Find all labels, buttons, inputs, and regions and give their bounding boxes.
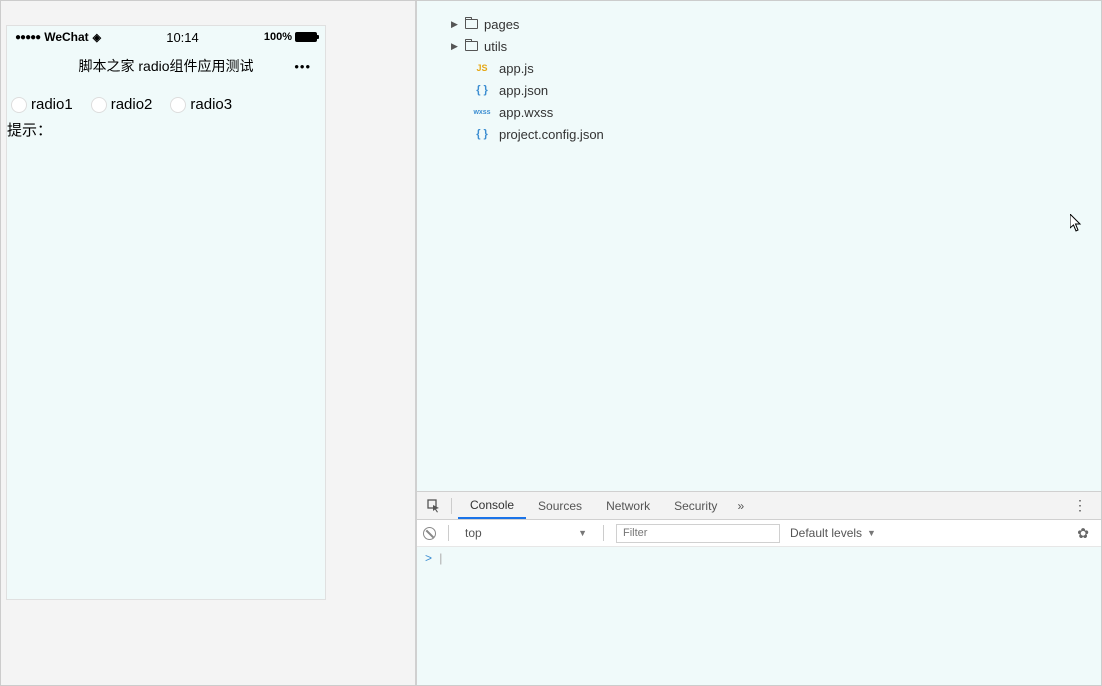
devtools-panel: Console Sources Network Security » ⋮ top… bbox=[417, 491, 1101, 685]
radio-item-2[interactable]: radio2 bbox=[91, 96, 153, 113]
folder-label: pages bbox=[484, 17, 519, 32]
nav-bar: 脚本之家 radio组件应用测试 ••• bbox=[7, 48, 325, 84]
clock-label: 10:14 bbox=[166, 30, 199, 45]
json-file-icon: { } bbox=[471, 84, 493, 96]
devtools-menu-button[interactable]: ⋮ bbox=[1073, 497, 1087, 514]
log-levels-dropdown[interactable]: Default levels ▼ bbox=[786, 526, 876, 540]
tab-label: Console bbox=[470, 498, 514, 512]
carrier-label: WeChat bbox=[44, 30, 88, 44]
tab-label: Security bbox=[674, 499, 717, 513]
js-file-icon: JS bbox=[471, 63, 493, 73]
radio-circle-icon[interactable] bbox=[170, 97, 186, 113]
signal-dots-icon: ●●●●● bbox=[15, 32, 40, 43]
wifi-icon: ◈ bbox=[93, 31, 101, 44]
console-prompt-icon: > bbox=[425, 551, 432, 565]
clear-console-button[interactable] bbox=[423, 527, 436, 540]
tree-file-appjs[interactable]: JS app.js bbox=[451, 57, 1101, 79]
caret-down-icon: ▼ bbox=[578, 528, 587, 538]
tree-folder-pages[interactable]: ▶ pages bbox=[451, 13, 1101, 35]
json-file-icon: { } bbox=[471, 128, 493, 140]
console-settings-button[interactable]: ✿ bbox=[1077, 525, 1095, 542]
context-dropdown[interactable]: top ▼ bbox=[461, 524, 591, 542]
caret-down-icon: ▼ bbox=[867, 528, 876, 538]
nav-options-button[interactable]: ••• bbox=[294, 59, 311, 74]
tree-file-projectconfig[interactable]: { } project.config.json bbox=[451, 123, 1101, 145]
arrow-right-icon: ▶ bbox=[451, 41, 459, 52]
console-toolbar: top ▼ Default levels ▼ ✿ bbox=[417, 520, 1101, 547]
tab-network[interactable]: Network bbox=[594, 492, 662, 519]
folder-icon bbox=[465, 41, 478, 51]
tree-file-appwxss[interactable]: wxss app.wxss bbox=[451, 101, 1101, 123]
tab-console[interactable]: Console bbox=[458, 492, 526, 519]
wxss-file-icon: wxss bbox=[471, 109, 493, 116]
file-label: app.json bbox=[499, 83, 548, 98]
hint-text: 提示： bbox=[7, 117, 325, 142]
tree-file-appjson[interactable]: { } app.json bbox=[451, 79, 1101, 101]
separator bbox=[451, 498, 452, 514]
console-body[interactable]: > | bbox=[417, 547, 1101, 685]
devtools-tabs: Console Sources Network Security » ⋮ bbox=[417, 492, 1101, 520]
arrow-right-icon: ▶ bbox=[451, 19, 459, 30]
inspect-element-button[interactable] bbox=[423, 499, 445, 513]
battery-icon bbox=[295, 32, 317, 42]
status-bar: ●●●●● WeChat ◈ 10:14 100% bbox=[7, 26, 325, 48]
console-cursor: | bbox=[439, 551, 442, 565]
separator bbox=[603, 525, 604, 541]
tabs-overflow-button[interactable]: » bbox=[729, 499, 752, 513]
tab-security[interactable]: Security bbox=[662, 492, 729, 519]
file-label: app.wxss bbox=[499, 105, 553, 120]
radio-label: radio2 bbox=[111, 96, 153, 113]
file-label: app.js bbox=[499, 61, 534, 76]
simulator-panel: ●●●●● WeChat ◈ 10:14 100% 脚本之家 radio组件应用… bbox=[1, 1, 415, 685]
page-title: 脚本之家 radio组件应用测试 bbox=[78, 56, 253, 76]
page-content: radio1 radio2 radio3 提示： bbox=[7, 84, 325, 142]
editor-panel: ▶ pages ▶ utils JS app.js { } app.json w… bbox=[415, 1, 1101, 685]
radio-item-3[interactable]: radio3 bbox=[170, 96, 232, 113]
levels-label: Default levels bbox=[790, 526, 862, 540]
radio-circle-icon[interactable] bbox=[11, 97, 27, 113]
folder-icon bbox=[465, 19, 478, 29]
tree-folder-utils[interactable]: ▶ utils bbox=[451, 35, 1101, 57]
tab-label: Network bbox=[606, 499, 650, 513]
radio-label: radio1 bbox=[31, 96, 73, 113]
filter-input[interactable] bbox=[616, 524, 780, 543]
folder-label: utils bbox=[484, 39, 507, 54]
file-label: project.config.json bbox=[499, 127, 604, 142]
battery-pct-label: 100% bbox=[264, 31, 292, 43]
file-tree: ▶ pages ▶ utils JS app.js { } app.json w… bbox=[417, 1, 1101, 493]
radio-item-1[interactable]: radio1 bbox=[11, 96, 73, 113]
tab-label: Sources bbox=[538, 499, 582, 513]
separator bbox=[448, 525, 449, 541]
radio-label: radio3 bbox=[190, 96, 232, 113]
context-value: top bbox=[465, 526, 482, 540]
phone-simulator: ●●●●● WeChat ◈ 10:14 100% 脚本之家 radio组件应用… bbox=[6, 25, 326, 600]
radio-circle-icon[interactable] bbox=[91, 97, 107, 113]
tab-sources[interactable]: Sources bbox=[526, 492, 594, 519]
radio-group: radio1 radio2 radio3 bbox=[7, 92, 325, 117]
